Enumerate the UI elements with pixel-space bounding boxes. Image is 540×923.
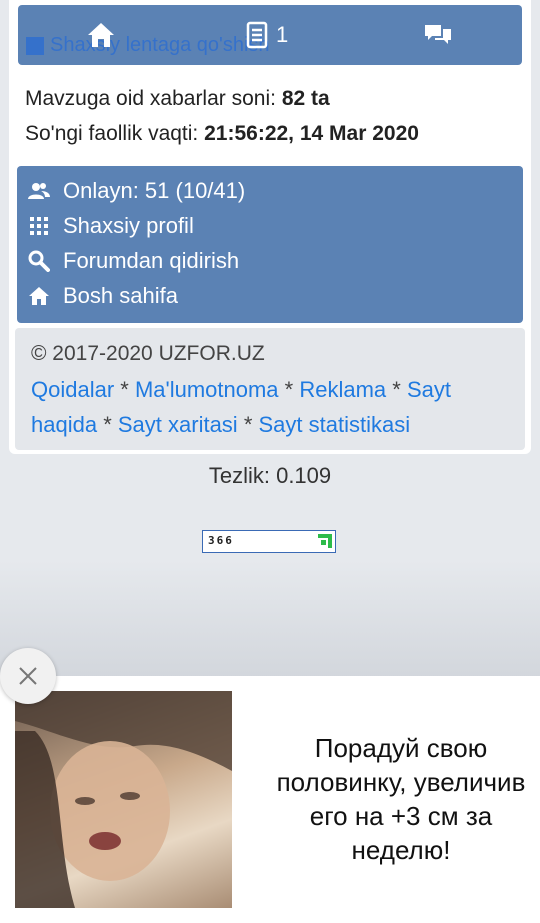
link-separator: * bbox=[114, 377, 135, 402]
close-icon bbox=[19, 667, 37, 685]
posts-count-value: 82 ta bbox=[281, 87, 330, 110]
visitor-counter[interactable]: 366 bbox=[202, 530, 336, 553]
last-activity-label: So'ngi faollik vaqti: bbox=[25, 122, 205, 145]
counter-value: 366 bbox=[208, 534, 234, 547]
close-ad-button[interactable] bbox=[0, 648, 56, 704]
link-separator: * bbox=[237, 412, 259, 437]
messages-nav-button[interactable] bbox=[423, 15, 453, 55]
link-separator: * bbox=[97, 412, 118, 437]
menu-item-label: Shaxsiy profil bbox=[63, 213, 194, 238]
add-to-feed-label: Shaxsiy lentaga qo'shish bbox=[50, 34, 270, 56]
files-nav-button[interactable]: 1 bbox=[246, 15, 288, 55]
menu-item-home[interactable]: Bosh sahifa bbox=[27, 279, 178, 313]
chat-icon bbox=[425, 25, 451, 44]
users-icon bbox=[27, 179, 51, 203]
grid-icon bbox=[27, 214, 51, 238]
sitemap-link[interactable]: Sayt xaritasi bbox=[118, 412, 238, 437]
site-statistics-link[interactable]: Sayt statistikasi bbox=[259, 412, 411, 437]
link-separator: * bbox=[278, 377, 300, 402]
document-icon bbox=[246, 21, 268, 49]
site-footer: © 2017-2020 UZFOR.UZ Qoidalar * Ma'lumot… bbox=[15, 328, 525, 450]
top-navigation-bar: Shaxsiy lentaga qo'shish 1 bbox=[18, 5, 522, 65]
files-count: 1 bbox=[276, 22, 289, 47]
rules-link[interactable]: Qoidalar bbox=[31, 377, 114, 402]
home-icon bbox=[27, 284, 51, 308]
menu-item-profile[interactable]: Shaxsiy profil bbox=[27, 209, 194, 243]
help-link[interactable]: Ma'lumotnoma bbox=[135, 377, 279, 402]
ad-photo-placeholder bbox=[15, 691, 232, 908]
search-icon bbox=[27, 249, 51, 273]
add-to-feed-link[interactable]: Shaxsiy lentaga qo'shish bbox=[26, 34, 270, 57]
posts-count-label: Mavzuga oid xabarlar soni: bbox=[25, 87, 282, 110]
home-icon bbox=[88, 23, 114, 47]
last-activity-value: 21:56:22, 14 Mar 2020 bbox=[204, 122, 419, 145]
menu-item-online[interactable]: Onlayn: 51 (10/41) bbox=[27, 174, 245, 208]
menu-item-label: Forumdan qidirish bbox=[63, 248, 240, 273]
menu-item-label: Bosh sahifa bbox=[63, 283, 178, 308]
page-background bbox=[0, 560, 540, 680]
menu-item-search[interactable]: Forumdan qidirish bbox=[27, 244, 239, 278]
page-speed-text: Tezlik: 0.109 bbox=[208, 463, 332, 488]
home-nav-button[interactable] bbox=[86, 15, 116, 55]
counter-logo-icon bbox=[318, 534, 332, 548]
topic-posts-count: Mavzuga oid xabarlar soni: 82 ta bbox=[25, 87, 330, 111]
footer-links: Qoidalar * Ma'lumotnoma * Reklama * Sayt… bbox=[31, 372, 501, 442]
copyright-text: © 2017-2020 UZFOR.UZ bbox=[31, 342, 265, 365]
forum-menu: Onlayn: 51 (10/41) Shaxsiy profil Forumd… bbox=[17, 166, 523, 323]
feed-square-icon bbox=[26, 36, 44, 55]
last-activity-time: So'ngi faollik vaqti: 21:56:22, 14 Mar 2… bbox=[25, 122, 419, 146]
menu-item-label: Onlayn: 51 (10/41) bbox=[63, 178, 246, 203]
advertising-link[interactable]: Reklama bbox=[299, 377, 386, 402]
link-separator: * bbox=[386, 377, 407, 402]
ad-text: Порадуй свою половинку, увеличив его на … bbox=[276, 733, 526, 865]
ad-image[interactable] bbox=[15, 691, 232, 908]
advertisement-banner[interactable]: Порадуй свою половинку, увеличив его на … bbox=[0, 676, 540, 923]
